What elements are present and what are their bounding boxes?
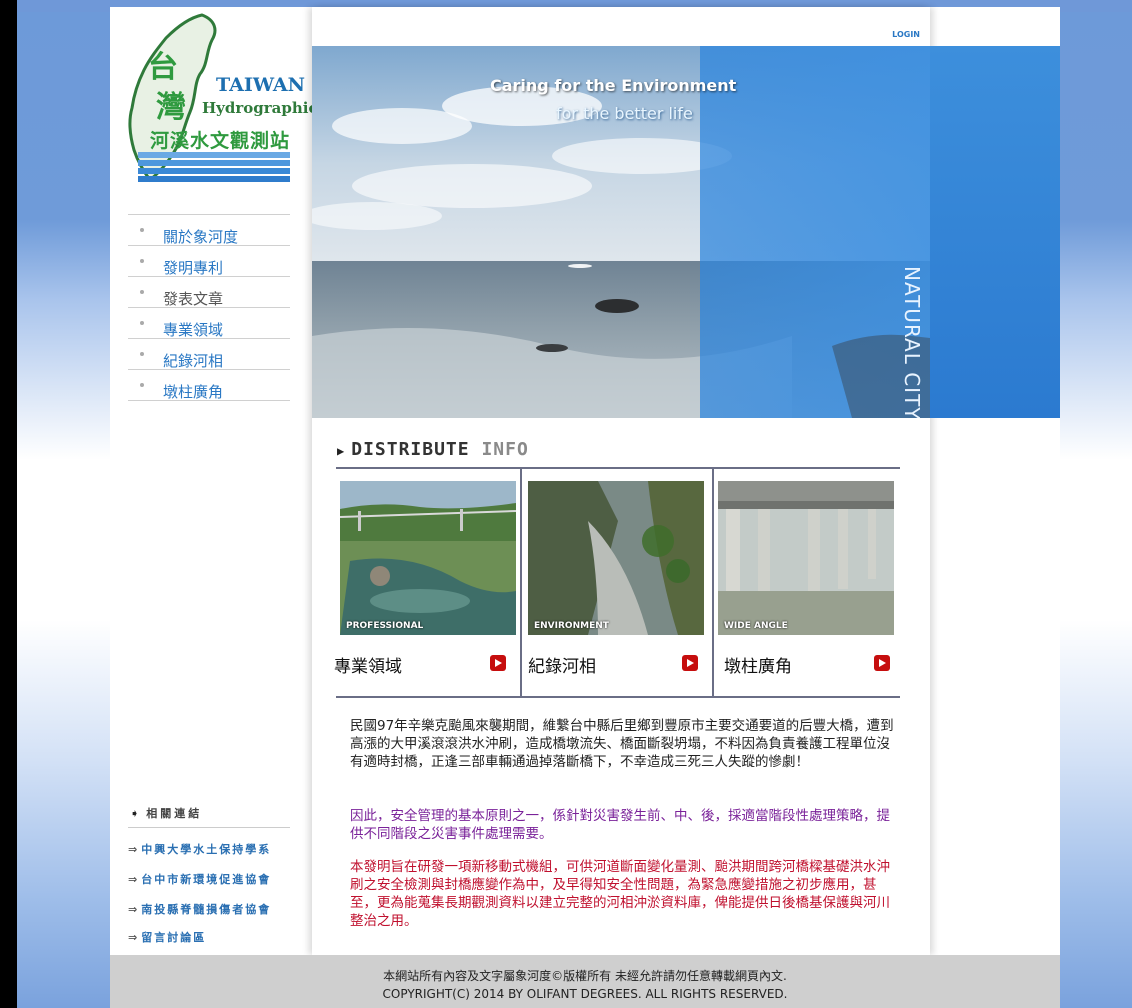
photo-caption: ENVIRONMENT <box>534 621 609 631</box>
bridge-piers-image <box>718 481 894 635</box>
content-paragraph-3: 本發明旨在研發一項新移動式機組，可供河道斷面變化量測、颱洪期間跨河橋樑基礎洪水沖… <box>350 859 890 929</box>
arrow-icon: ⇒ <box>128 903 140 916</box>
content-paragraph-1: 民國97年辛樂克颱風來襲期間，維繫台中縣后里鄉到豐原市主要交通要道的后豐大橋，遭… <box>350 718 894 770</box>
logo-english-line2: Hydrographic <box>202 99 318 117</box>
nav-item-articles[interactable]: 發表文章 <box>128 276 290 308</box>
bullet-icon <box>140 228 144 232</box>
related-link-taichung[interactable]: ⇒ 台中市新環境促進協會 <box>128 871 271 887</box>
nav-item-river-record[interactable]: 紀錄河相 <box>128 338 290 370</box>
footer-copyright-english: COPYRIGHT(C) 2014 BY OLIFANT DEGREES. AL… <box>382 987 788 1001</box>
distribute-card-wide-angle[interactable]: WIDE ANGLE 墩柱廣角 <box>712 469 902 696</box>
hero-side-text: NATURAL CITY <box>900 266 924 418</box>
nav-label: 紀錄河相 <box>163 352 224 370</box>
content-paragraph-2: 因此，安全管理的基本原則之一，係針對災害發生前、中、後，採適當階段性處理策略，提… <box>350 808 890 842</box>
distribute-label: 專業領域 <box>334 657 402 677</box>
logo-char-top: 台 <box>148 50 178 85</box>
distribute-card-river[interactable]: ENVIRONMENT 紀錄河相 <box>520 469 710 696</box>
site-logo[interactable]: 台 灣 TAIWAN Hydrographic 河溪水文觀測站 <box>120 12 318 187</box>
footer: 本網站所有內容及文字屬象河度©版權所有 未經允許請勿任意轉載網頁內文. COPY… <box>110 955 1060 1008</box>
arrow-icon: ➧ <box>130 807 143 820</box>
distribute-grid: PROFESSIONAL 專業領域 ENVIRONMENT 紀錄河相 WIDE … <box>334 467 902 698</box>
hero-tagline-secondary: for the better life <box>556 104 693 123</box>
river-photo: ENVIRONMENT <box>528 481 704 635</box>
play-arrow-icon[interactable] <box>490 655 506 671</box>
bridge-valley-image <box>340 481 516 635</box>
distribute-info-title: ▶ DISTRIBUTE INFO <box>337 439 529 460</box>
photo-caption: PROFESSIONAL <box>346 621 424 631</box>
page-container: 台 灣 TAIWAN Hydrographic 河溪水文觀測站 關於象河度 發明… <box>110 7 1060 1008</box>
distribute-label: 墩柱廣角 <box>724 657 792 677</box>
left-edge-bar <box>0 0 17 1008</box>
nav-label: 發表文章 <box>163 290 224 308</box>
play-arrow-icon[interactable] <box>874 655 890 671</box>
hero-side-panel <box>930 46 1060 418</box>
related-link-forum[interactable]: ⇒ 留言討論區 <box>128 929 206 945</box>
related-links-title: ➧ 相關連結 <box>130 807 203 820</box>
photo-caption: WIDE ANGLE <box>724 621 788 631</box>
related-link-nchu[interactable]: ⇒ 中興大學水土保持學系 <box>128 841 271 857</box>
nav-label: 專業領域 <box>163 321 224 339</box>
login-link[interactable]: LOGIN <box>892 30 920 39</box>
nav-label: 墩柱廣角 <box>163 383 224 401</box>
divider <box>128 827 290 828</box>
arrow-icon: ⇒ <box>128 843 140 856</box>
logo-char-bottom: 灣 <box>156 90 186 125</box>
logo-english-line1: TAIWAN <box>216 74 305 96</box>
distribute-card-professional[interactable]: PROFESSIONAL 專業領域 <box>334 469 524 696</box>
riverbed-image <box>528 481 704 635</box>
nav-item-wide-angle[interactable]: 墩柱廣角 <box>128 369 290 401</box>
nav-label: 關於象河度 <box>163 228 239 246</box>
nav-label: 發明專利 <box>163 259 224 277</box>
hero-tagline-primary: Caring for the Environment <box>490 76 737 95</box>
arrow-icon: ▶ <box>337 444 346 458</box>
logo-chinese-subtitle: 河溪水文觀測站 <box>150 130 291 152</box>
bullet-icon <box>140 383 144 387</box>
bullet-icon <box>140 321 144 325</box>
arrow-icon: ⇒ <box>128 931 140 944</box>
main-content: LOGIN Caring for the Environment for the… <box>312 7 930 955</box>
arrow-icon: ⇒ <box>128 873 140 886</box>
footer-copyright-chinese: 本網站所有內容及文字屬象河度©版權所有 未經允許請勿任意轉載網頁內文. <box>383 969 787 983</box>
bullet-icon <box>140 259 144 263</box>
bullet-icon <box>140 352 144 356</box>
wide-angle-photo: WIDE ANGLE <box>718 481 894 635</box>
bullet-icon <box>140 290 144 294</box>
related-link-nantou[interactable]: ⇒ 南投縣脊髓損傷者協會 <box>128 901 271 917</box>
professional-photo: PROFESSIONAL <box>340 481 516 635</box>
play-arrow-icon[interactable] <box>682 655 698 671</box>
nav-item-patent[interactable]: 發明專利 <box>128 245 290 277</box>
sea-photo-image <box>312 46 930 418</box>
main-nav: 關於象河度 發明專利 發表文章 專業領域 紀錄河相 墩柱廣角 <box>128 214 290 401</box>
nav-item-about[interactable]: 關於象河度 <box>128 214 290 246</box>
hero-banner: Caring for the Environment for the bette… <box>312 46 930 418</box>
distribute-label: 紀錄河相 <box>528 657 596 677</box>
nav-item-professional[interactable]: 專業領域 <box>128 307 290 339</box>
